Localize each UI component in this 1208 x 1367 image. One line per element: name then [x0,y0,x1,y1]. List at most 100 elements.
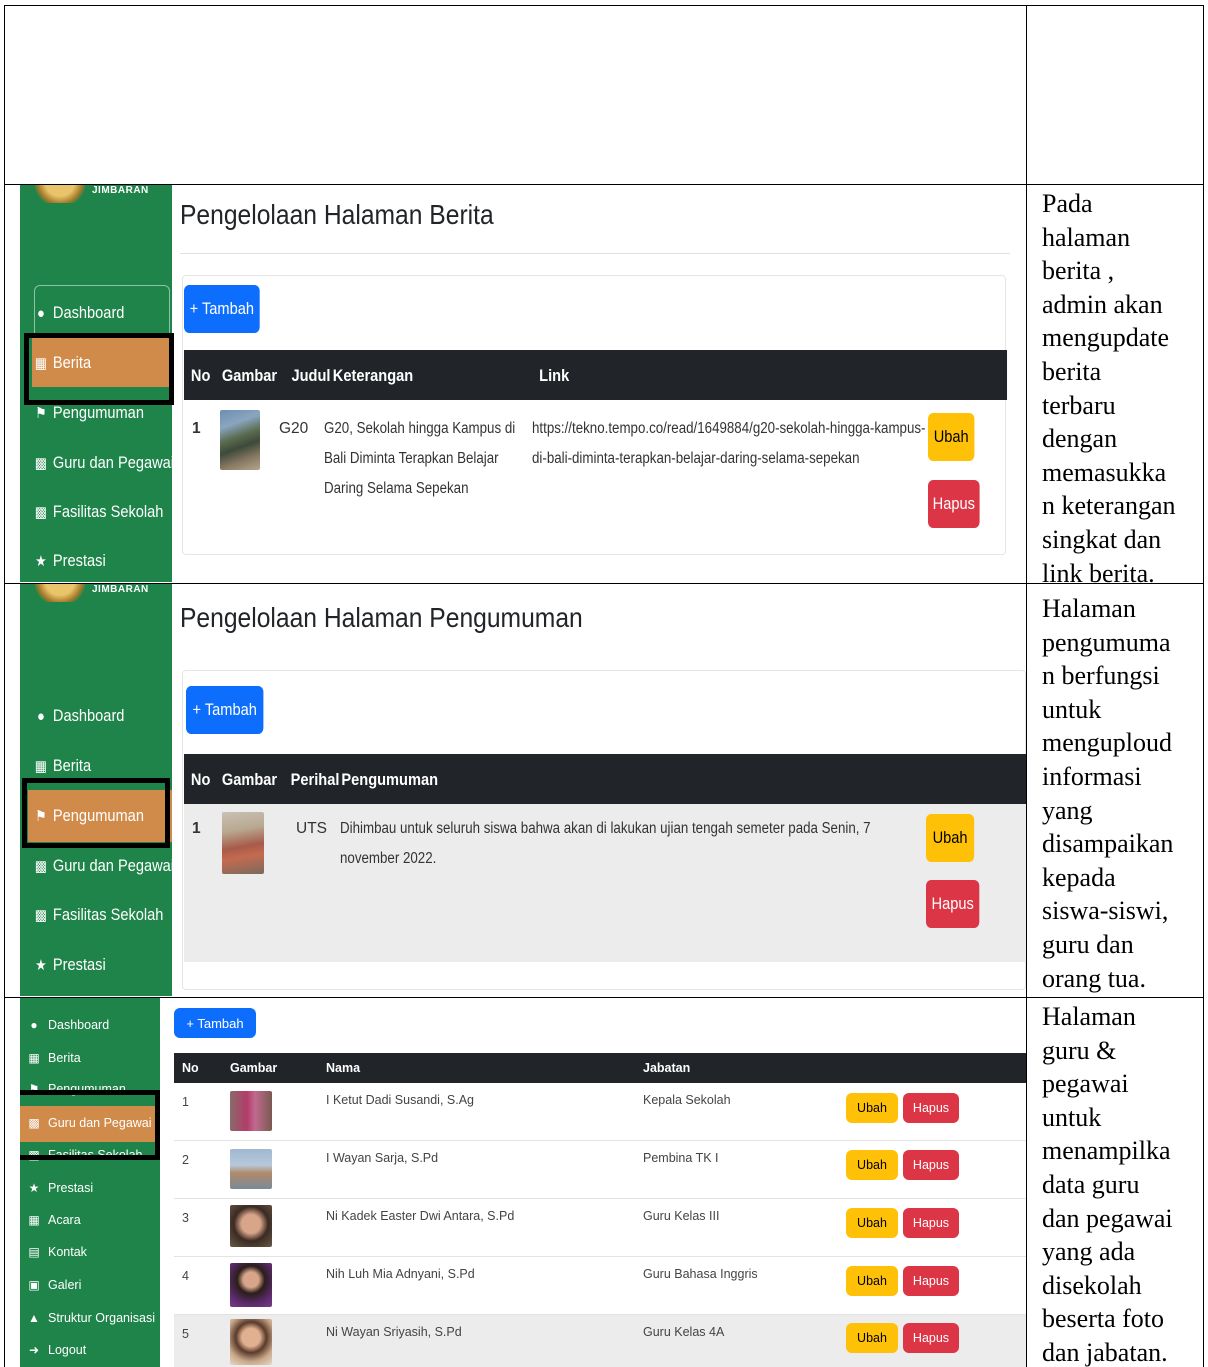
cell-nama: Nih Luh Mia Adnyani, S.Pd [326,1267,475,1281]
desc-line: admin akan [1042,289,1163,319]
page-title: Pengelolaan Halaman Berita [180,199,494,230]
sidebar-item-berita[interactable]: ▦ Berita [26,1051,80,1065]
delete-button[interactable]: Hapus [928,480,980,528]
sidebar-item-kontak[interactable]: ▤ Kontak [26,1245,87,1259]
col-gambar: Gambar [230,1061,278,1075]
cell-nama: Ni Wayan Sriyasih, S.Pd [326,1325,462,1339]
teacher-photo [230,1263,272,1307]
sidebar-item-dashboard[interactable]: ● Dashboard [26,1018,109,1032]
highlight-box [24,333,174,405]
sidebar-item-dashboard[interactable]: ● Dashboard [34,303,124,323]
table-border-right [1203,5,1204,1367]
desc-line: untuk [1042,1102,1102,1132]
sidebar-item-label: Kontak [48,1245,87,1259]
sidebar-item-dashboard[interactable]: ● Dashboard [34,706,124,726]
edit-button[interactable]: Ubah [928,413,975,461]
sidebar-item-label: Acara [48,1213,81,1227]
sidebar-item-struktur[interactable]: ▲ Struktur Organisasi [26,1311,155,1325]
description-guru: Halaman guru & pegawai untuk menampilka … [1030,1000,1200,1367]
table-border-mid [1026,5,1027,1367]
desc-line: guru dan [1042,929,1134,959]
cell-keterangan-line3: Daring Selama Sepekan [324,480,469,497]
delete-button[interactable]: Hapus [903,1093,959,1123]
table-row: 1 I Ketut Dadi Susandi, S.Ag Kepala Seko… [174,1083,1026,1141]
edit-button[interactable]: Ubah [846,1323,898,1353]
desc-line: mengupdate [1042,323,1170,353]
sidebar-item-label: Logout [48,1343,87,1357]
school-logo [30,584,90,602]
desc-line: halaman [1042,222,1131,252]
edit-button[interactable]: Ubah [846,1266,898,1296]
cell-link-line1[interactable]: https://tekno.tempo.co/read/1649884/g20-… [532,420,925,438]
sidebar-item-acara[interactable]: ▦ Acara [26,1213,81,1227]
sidebar-item-galeri[interactable]: ▣ Galeri [26,1278,81,1292]
edit-button[interactable]: Ubah [846,1208,898,1238]
desc-line: disampaikan [1042,829,1174,859]
desc-line: orang tua. [1042,963,1146,993]
desc-line: dan jabatan. [1042,1337,1168,1367]
edit-button[interactable]: Ubah [926,814,975,862]
col-judul: Judul [291,366,331,385]
teacher-photo [230,1205,272,1247]
sidebar-item-label: Galeri [48,1278,82,1292]
newspaper-icon: ▦ [34,758,47,775]
sidebar-item-label: Pengumuman [52,403,144,422]
sidebar-item-prestasi[interactable]: ★ Prestasi [26,1181,94,1195]
cell-jabatan: Guru Bahasa Inggris [643,1267,758,1281]
add-button[interactable]: + Tambah [174,1008,256,1038]
cell-no: 3 [182,1211,189,1225]
desc-line: kepada [1042,862,1116,892]
teacher-photo [230,1319,272,1365]
col-pengumuman: Pengumuman [341,770,439,789]
trophy-icon: ★ [35,957,47,974]
sidebar: ● Dashboard ▦ Berita ⚑ Pengumuman ▩ Guru dan… [20,998,160,1367]
delete-button[interactable]: Hapus [903,1266,959,1296]
col-perihal: Perihal [290,770,340,789]
cell-keterangan-line1: G20, Sekolah hingga Kampus di [324,420,516,437]
description-berita: Pada halaman berita , admin akan mengupd… [1030,187,1200,590]
delete-button[interactable]: Hapus [903,1208,959,1238]
desc-line: untuk [1042,694,1102,724]
sidebar-item-guru[interactable]: ▩ Guru dan Pegawai [34,856,174,876]
sidebar-item-label: Fasilitas Sekolah [52,502,164,521]
edit-button[interactable]: Ubah [846,1150,898,1180]
sidebar-item-berita[interactable]: ▦ Berita [34,756,91,776]
edit-button[interactable]: Ubah [846,1093,898,1123]
cell-jabatan: Guru Kelas 4A [643,1325,725,1339]
sidebar-item-label: Prestasi [52,551,106,570]
cell-no: 1 [192,820,201,837]
delete-button[interactable]: Hapus [903,1150,959,1180]
dashboard-icon: ● [30,1018,38,1032]
desc-line: disekolah [1042,1270,1142,1300]
desc-line: n berfungsi [1042,661,1160,691]
page-title: Pengelolaan Halaman Pengumuman [180,602,583,633]
sidebar-item-guru[interactable]: ▩ Guru dan Pegawai [34,453,174,473]
table-header: No Gambar Judul Keterangan Link [184,350,1008,400]
desc-line: yang ada [1042,1237,1136,1267]
sidebar-item-pengumuman[interactable]: ⚑ Pengumuman [34,403,144,423]
sitemap-icon: ▲ [28,1311,40,1325]
col-link: Link [539,366,570,385]
sidebar-item-prestasi[interactable]: ★ Prestasi [34,551,106,571]
delete-button[interactable]: Hapus [903,1323,959,1353]
col-no: No [190,770,211,789]
delete-button[interactable]: Hapus [926,880,980,928]
desc-line: Pada [1042,189,1093,218]
add-button[interactable]: + Tambah [184,285,260,333]
cell-no: 2 [182,1153,189,1167]
table-header: No Gambar Nama Jabatan [174,1053,1026,1083]
sidebar-item-logout[interactable]: ➜ Logout [26,1343,86,1357]
sidebar-item-fasilitas[interactable]: ▩ Fasilitas Sekolah [34,905,164,925]
table-row: 5 Ni Wayan Sriyasih, S.Pd Guru Kelas 4A [174,1315,1026,1367]
desc-line: berita [1042,356,1102,386]
sidebar-item-fasilitas[interactable]: ▩ Fasilitas Sekolah [34,502,164,522]
desc-line: Halaman [1042,1002,1136,1031]
sidebar-item-prestasi[interactable]: ★ Prestasi [34,955,106,975]
add-button[interactable]: + Tambah [186,686,264,734]
desc-line: siswa-siswi, [1042,896,1169,926]
description-pengumuman: Halaman pengumuma n berfungsi untuk meng… [1030,592,1200,995]
desc-line: beserta foto [1042,1304,1165,1334]
cell-link-line2[interactable]: di-bali-diminta-terapkan-belajar-daring-… [532,450,859,468]
trophy-icon: ★ [35,553,47,570]
table-row: 1 UTS Dihimbau untuk seluruh siswa bahwa… [184,804,1026,962]
